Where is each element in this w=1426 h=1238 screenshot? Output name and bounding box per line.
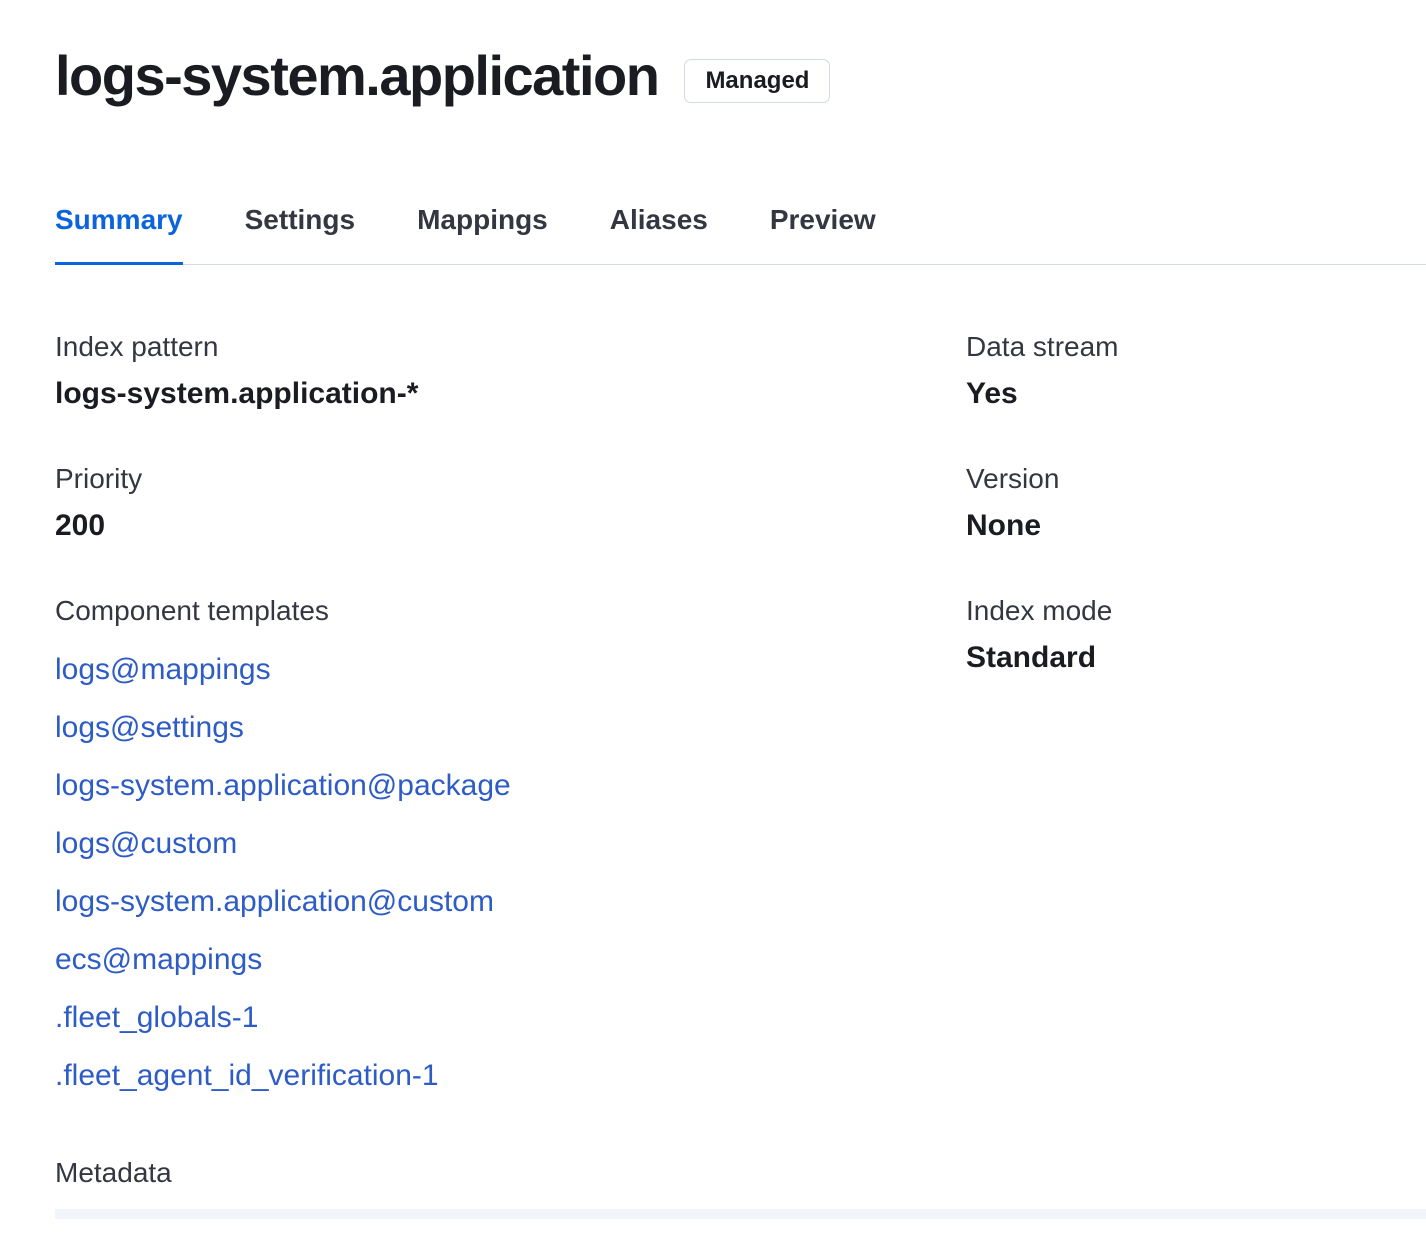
index-mode-label: Index mode <box>966 595 1426 627</box>
field-component-templates: Component templates logs@mappings logs@s… <box>55 595 966 1105</box>
field-data-stream: Data stream Yes <box>966 331 1426 411</box>
field-version: Version None <box>966 463 1426 543</box>
component-template-item: ecs@mappings <box>55 931 966 989</box>
tab-aliases[interactable]: Aliases <box>610 204 708 265</box>
component-template-item: logs@custom <box>55 815 966 873</box>
metadata-code-block <box>55 1209 1426 1219</box>
summary-content: Index pattern logs-system.application-* … <box>55 331 1426 1189</box>
component-template-item: logs@mappings <box>55 641 966 699</box>
component-template-item: .fleet_agent_id_verification-1 <box>55 1047 966 1105</box>
summary-left-column: Index pattern logs-system.application-* … <box>55 331 966 1189</box>
index-pattern-label: Index pattern <box>55 331 966 363</box>
index-pattern-value: logs-system.application-* <box>55 377 966 411</box>
tab-summary[interactable]: Summary <box>55 204 183 265</box>
field-priority: Priority 200 <box>55 463 966 543</box>
priority-label: Priority <box>55 463 966 495</box>
metadata-section: Metadata <box>55 1157 966 1189</box>
field-index-mode: Index mode Standard <box>966 595 1426 675</box>
component-template-link[interactable]: ecs@mappings <box>55 931 262 989</box>
component-templates-label: Component templates <box>55 595 966 627</box>
component-template-link[interactable]: logs-system.application@custom <box>55 873 494 931</box>
tab-settings[interactable]: Settings <box>245 204 355 265</box>
component-template-link[interactable]: .fleet_agent_id_verification-1 <box>55 1047 439 1105</box>
component-template-item: .fleet_globals-1 <box>55 989 966 1047</box>
version-value: None <box>966 509 1426 543</box>
tab-preview[interactable]: Preview <box>770 204 876 265</box>
metadata-label: Metadata <box>55 1157 966 1189</box>
page-title: logs-system.application <box>55 44 658 108</box>
field-index-pattern: Index pattern logs-system.application-* <box>55 331 966 411</box>
component-template-item: logs@settings <box>55 699 966 757</box>
data-stream-value: Yes <box>966 377 1426 411</box>
component-template-link[interactable]: logs@custom <box>55 815 237 873</box>
managed-badge: Managed <box>684 59 830 103</box>
title-row: logs-system.application Managed <box>55 44 830 108</box>
priority-value: 200 <box>55 509 966 543</box>
component-templates-list: logs@mappings logs@settings logs-system.… <box>55 641 966 1105</box>
tab-mappings[interactable]: Mappings <box>417 204 548 265</box>
component-template-link[interactable]: logs@settings <box>55 699 244 757</box>
version-label: Version <box>966 463 1426 495</box>
tab-bar: Summary Settings Mappings Aliases Previe… <box>55 204 1426 265</box>
component-template-link[interactable]: logs-system.application@package <box>55 757 511 815</box>
component-template-link[interactable]: logs@mappings <box>55 641 271 699</box>
component-template-link[interactable]: .fleet_globals-1 <box>55 989 258 1047</box>
data-stream-label: Data stream <box>966 331 1426 363</box>
component-template-item: logs-system.application@package <box>55 757 966 815</box>
component-template-item: logs-system.application@custom <box>55 873 966 931</box>
index-mode-value: Standard <box>966 641 1426 675</box>
summary-right-column: Data stream Yes Version None Index mode … <box>966 331 1426 1189</box>
template-details-page: logs-system.application Managed Summary … <box>0 0 1426 1219</box>
